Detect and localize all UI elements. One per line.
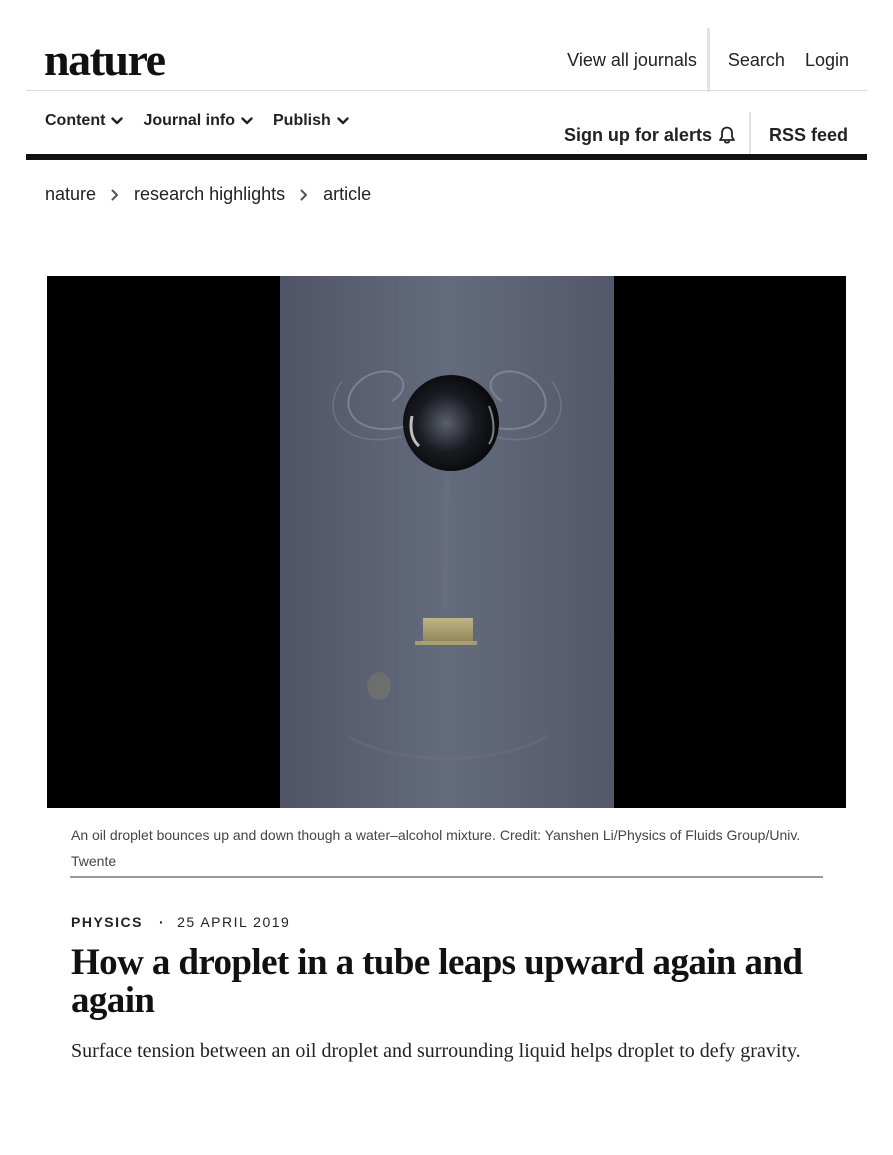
- utility-divider: [706, 28, 710, 92]
- breadcrumb-item-article: article: [323, 184, 372, 204]
- breadcrumb-item-research-highlights[interactable]: research highlights: [134, 184, 285, 205]
- rss-feed-link[interactable]: RSS feed: [769, 125, 848, 146]
- publication-date: 25 APRIL 2019: [177, 914, 291, 930]
- nav-item-label: Journal info: [143, 112, 235, 129]
- header-thick-rule: [26, 154, 867, 160]
- main-nav: Content Journal info Publish: [45, 112, 369, 130]
- article-standfirst: Surface tension between an oil droplet a…: [71, 1040, 801, 1062]
- nav-item-journal-info[interactable]: Journal info: [143, 112, 253, 130]
- breadcrumb-item-nature[interactable]: nature: [45, 184, 96, 205]
- meta-separator: ·: [158, 914, 166, 930]
- chevron-down-icon: [337, 117, 349, 125]
- caption-rule: [70, 876, 823, 878]
- chevron-right-icon: [300, 189, 308, 200]
- search-link[interactable]: Search: [728, 50, 785, 71]
- nav-actions: Sign up for alerts RSS feed: [564, 112, 848, 158]
- sign-up-alerts-label: Sign up for alerts: [563, 124, 712, 145]
- nav-item-publish[interactable]: Publish: [273, 112, 349, 130]
- article-title: How a droplet in a tube leaps upward aga…: [71, 942, 803, 1021]
- breadcrumb: nature research highlights article: [45, 184, 371, 205]
- chevron-down-icon: [111, 117, 124, 125]
- header-divider: [26, 90, 867, 91]
- droplet-photo: [47, 276, 846, 808]
- utility-links: View all journals Search Login: [567, 28, 849, 92]
- image-caption: An oil droplet bounces up and down thoug…: [71, 827, 801, 869]
- hero-image: [47, 276, 846, 808]
- article-meta: PHYSICS · 25 APRIL 2019: [71, 914, 290, 930]
- login-link[interactable]: Login: [805, 50, 849, 71]
- chevron-right-icon: [111, 189, 119, 200]
- chevron-down-icon: [241, 117, 253, 125]
- sign-up-alerts-link[interactable]: Sign up for alerts: [564, 125, 737, 146]
- view-all-journals-link[interactable]: View all journals: [567, 50, 697, 71]
- nav-item-label: Content: [45, 112, 106, 129]
- nav-item-content[interactable]: Content: [45, 112, 124, 130]
- subject-label[interactable]: PHYSICS: [71, 914, 143, 930]
- nav-divider: [748, 112, 751, 158]
- nature-logo[interactable]: nature: [44, 34, 166, 86]
- nav-item-label: Publish: [273, 112, 331, 129]
- bell-icon: [719, 126, 735, 144]
